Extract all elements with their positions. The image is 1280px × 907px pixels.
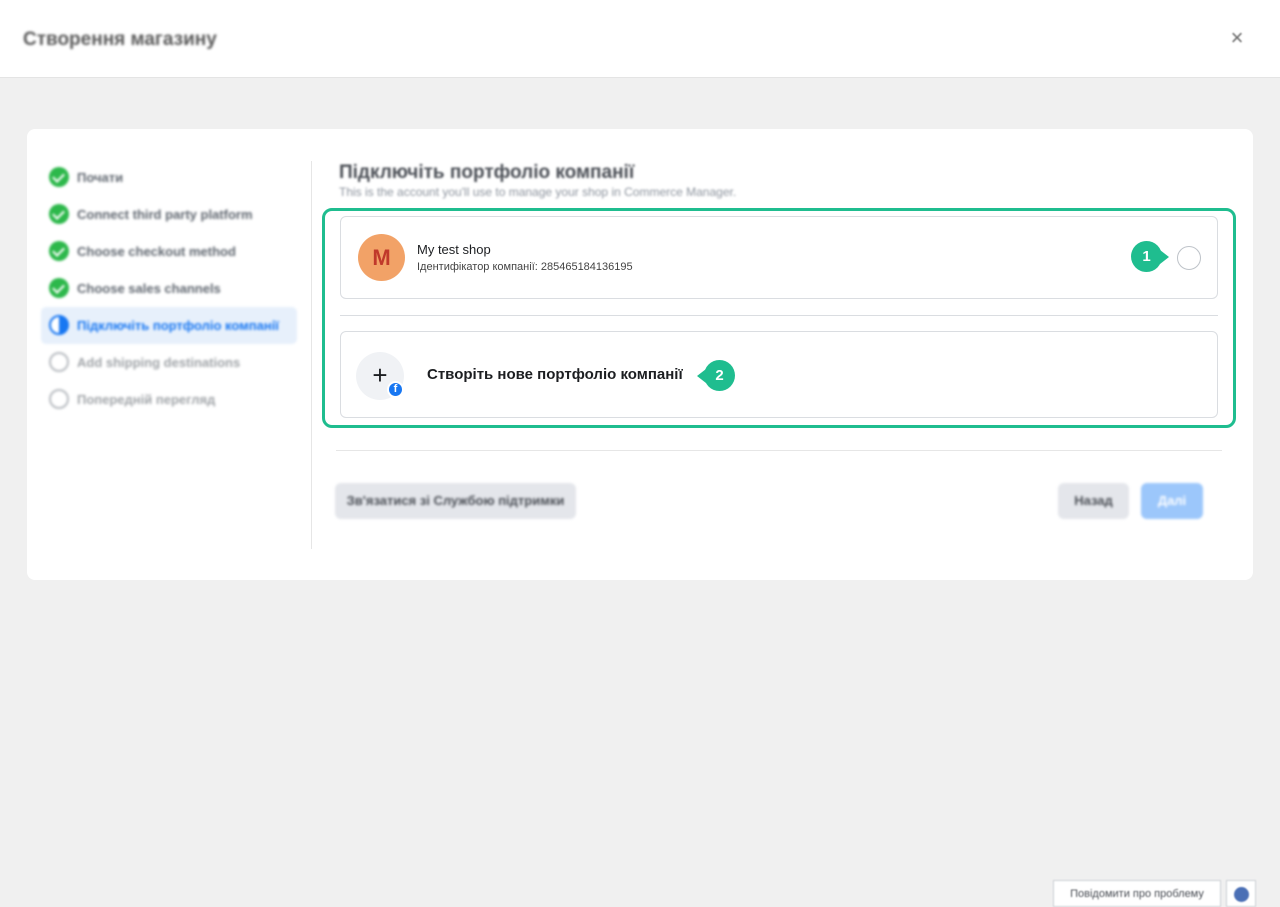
step-label: Add shipping destinations (77, 355, 241, 370)
check-icon (49, 204, 69, 224)
check-icon (49, 167, 69, 187)
report-problem-button[interactable]: Повідомити про проблему (1053, 880, 1221, 907)
globe-icon (1234, 887, 1249, 902)
next-button[interactable]: Далі (1141, 483, 1203, 519)
step-item-start[interactable]: Почати (49, 159, 309, 196)
step-label: Connect third party platform (77, 207, 253, 222)
top-bar: Створення магазину × (0, 0, 1280, 78)
step-item-sales-channels[interactable]: Choose sales channels (49, 270, 309, 307)
back-button[interactable]: Назад (1058, 483, 1129, 519)
step-item-connect-platform[interactable]: Connect third party platform (49, 196, 309, 233)
setup-card: Почати Connect third party platform Choo… (27, 129, 1253, 580)
step-list: Почати Connect third party platform Choo… (41, 159, 309, 418)
step-label: Choose checkout method (77, 244, 236, 259)
step-item-preview: Попередній перегляд (49, 381, 309, 418)
vertical-divider (311, 161, 312, 549)
check-icon (49, 241, 69, 261)
step-item-shipping: Add shipping destinations (49, 344, 309, 381)
step-label: Підключіть портфоліо компанії (77, 318, 279, 333)
contact-support-button[interactable]: Зв'язатися зі Службою підтримки (335, 483, 576, 519)
step-item-checkout-method[interactable]: Choose checkout method (49, 233, 309, 270)
language-button[interactable] (1226, 880, 1256, 907)
annotation-highlight-box (322, 208, 1236, 428)
section-heading: Підключіть портфоліо компанії (339, 162, 635, 183)
step-label: Попередній перегляд (77, 392, 216, 407)
page-title: Створення магазину (23, 29, 217, 50)
annotation-marker-2: 2 (697, 360, 735, 391)
close-icon[interactable]: × (1226, 27, 1248, 49)
half-circle-icon (49, 315, 69, 335)
annotation-marker-1: 1 (1131, 241, 1169, 272)
check-icon (49, 278, 69, 298)
step-label: Choose sales channels (77, 281, 221, 296)
section-subheading: This is the account you'll use to manage… (339, 185, 737, 199)
step-label: Почати (77, 170, 124, 185)
empty-circle-icon (49, 389, 69, 409)
footer-divider (336, 450, 1222, 451)
step-item-business-portfolio[interactable]: Підключіть портфоліо компанії (41, 307, 297, 344)
empty-circle-icon (49, 352, 69, 372)
